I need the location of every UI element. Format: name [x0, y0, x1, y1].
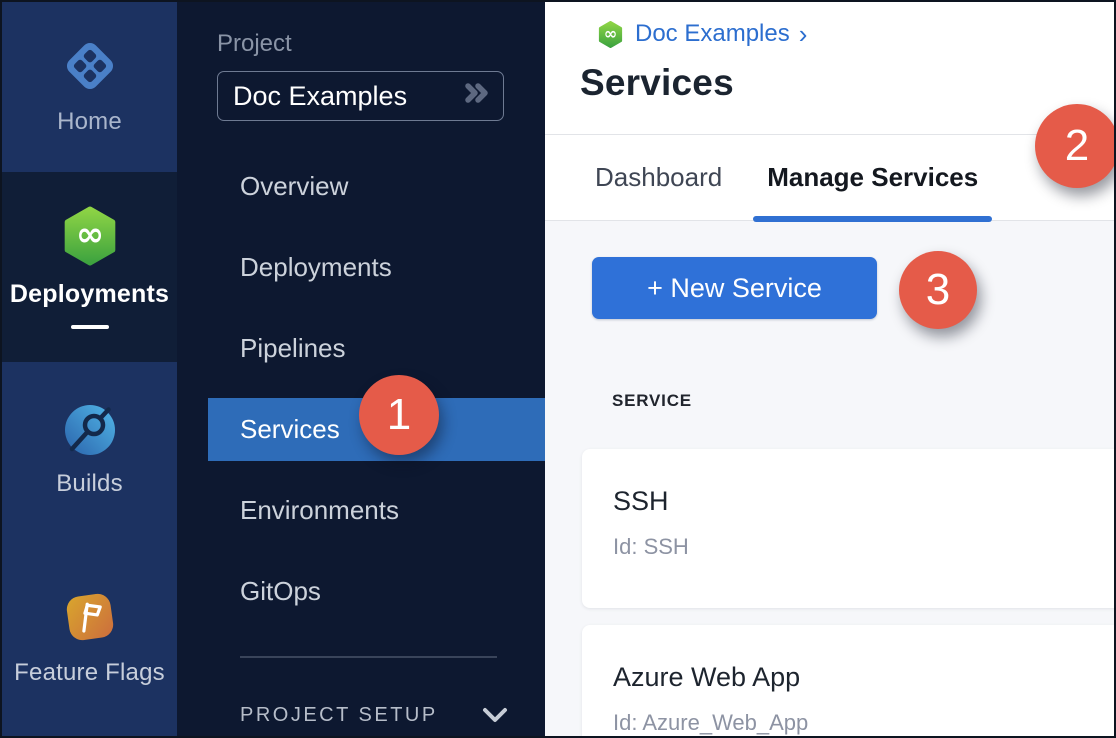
module-rail: Home ∞ Deployments: [2, 2, 177, 736]
rail-label-builds: Builds: [56, 470, 123, 498]
feature-flags-icon: [62, 589, 118, 650]
breadcrumb: ∞ Doc Examples ›: [597, 20, 1114, 48]
tab-bar: Dashboard Manage Services: [545, 135, 1114, 221]
tab-dashboard[interactable]: Dashboard: [595, 135, 722, 220]
rail-label-deployments: Deployments: [10, 280, 169, 309]
annotation-badge-3: 3: [899, 251, 977, 329]
service-id: Id: SSH: [613, 534, 1114, 560]
tab-manage-services[interactable]: Manage Services: [767, 135, 978, 220]
rail-item-feature-flags[interactable]: Feature Flags: [2, 540, 177, 736]
project-selector[interactable]: Doc Examples: [217, 71, 504, 121]
home-icon: [62, 38, 118, 99]
new-service-button[interactable]: + New Service: [592, 257, 877, 319]
deployments-icon: ∞: [60, 206, 120, 271]
project-hexagon-icon: ∞: [597, 21, 624, 48]
active-module-underline: [71, 325, 109, 329]
breadcrumb-project-link[interactable]: Doc Examples: [635, 20, 790, 48]
svg-text:∞: ∞: [604, 24, 617, 43]
rail-label-feature-flags: Feature Flags: [14, 659, 165, 687]
project-panel: Project Doc Examples Overview Deployment…: [177, 2, 545, 736]
app-root: Home ∞ Deployments: [0, 0, 1116, 738]
annotation-badge-1: 1: [359, 375, 439, 455]
nav-item-overview[interactable]: Overview: [208, 155, 545, 218]
main-area: ∞ Doc Examples › Services Dashboard Mana…: [545, 2, 1114, 736]
nav-item-deployments[interactable]: Deployments: [208, 236, 545, 299]
page-header: ∞ Doc Examples › Services: [545, 2, 1114, 135]
services-content: + New Service SERVICE SSH Id: SSH Azure …: [545, 221, 1114, 736]
project-nav: Overview Deployments Pipelines Services …: [177, 155, 545, 623]
chevron-down-icon: [482, 707, 508, 723]
page-title: Services: [580, 62, 1114, 104]
nav-item-gitops[interactable]: GitOps: [208, 560, 545, 623]
nav-item-environments[interactable]: Environments: [208, 479, 545, 542]
panel-divider: [240, 656, 497, 658]
service-name: Azure Web App: [613, 662, 1114, 693]
rail-item-home[interactable]: Home: [2, 2, 177, 172]
breadcrumb-chevron-icon: ›: [799, 21, 808, 47]
rail-item-builds[interactable]: Builds: [2, 362, 177, 540]
project-setup-toggle[interactable]: PROJECT SETUP: [240, 704, 545, 727]
active-tab-underline: [753, 216, 992, 222]
project-selector-value: Doc Examples: [233, 81, 407, 112]
builds-icon: [64, 404, 116, 461]
project-setup-label: PROJECT SETUP: [240, 704, 438, 727]
service-id: Id: Azure_Web_App: [613, 710, 1114, 736]
nav-item-pipelines[interactable]: Pipelines: [208, 317, 545, 380]
double-chevron-icon: [459, 76, 493, 115]
project-label: Project: [217, 30, 545, 58]
service-card-azure-web-app[interactable]: Azure Web App Id: Azure_Web_App: [582, 625, 1114, 736]
service-card-ssh[interactable]: SSH Id: SSH: [582, 449, 1114, 608]
service-name: SSH: [613, 486, 1114, 517]
svg-text:∞: ∞: [75, 214, 103, 253]
service-list-header: SERVICE: [612, 391, 1114, 411]
rail-label-home: Home: [57, 108, 122, 136]
rail-item-deployments[interactable]: ∞ Deployments: [2, 172, 177, 362]
annotation-badge-2: 2: [1035, 104, 1116, 188]
